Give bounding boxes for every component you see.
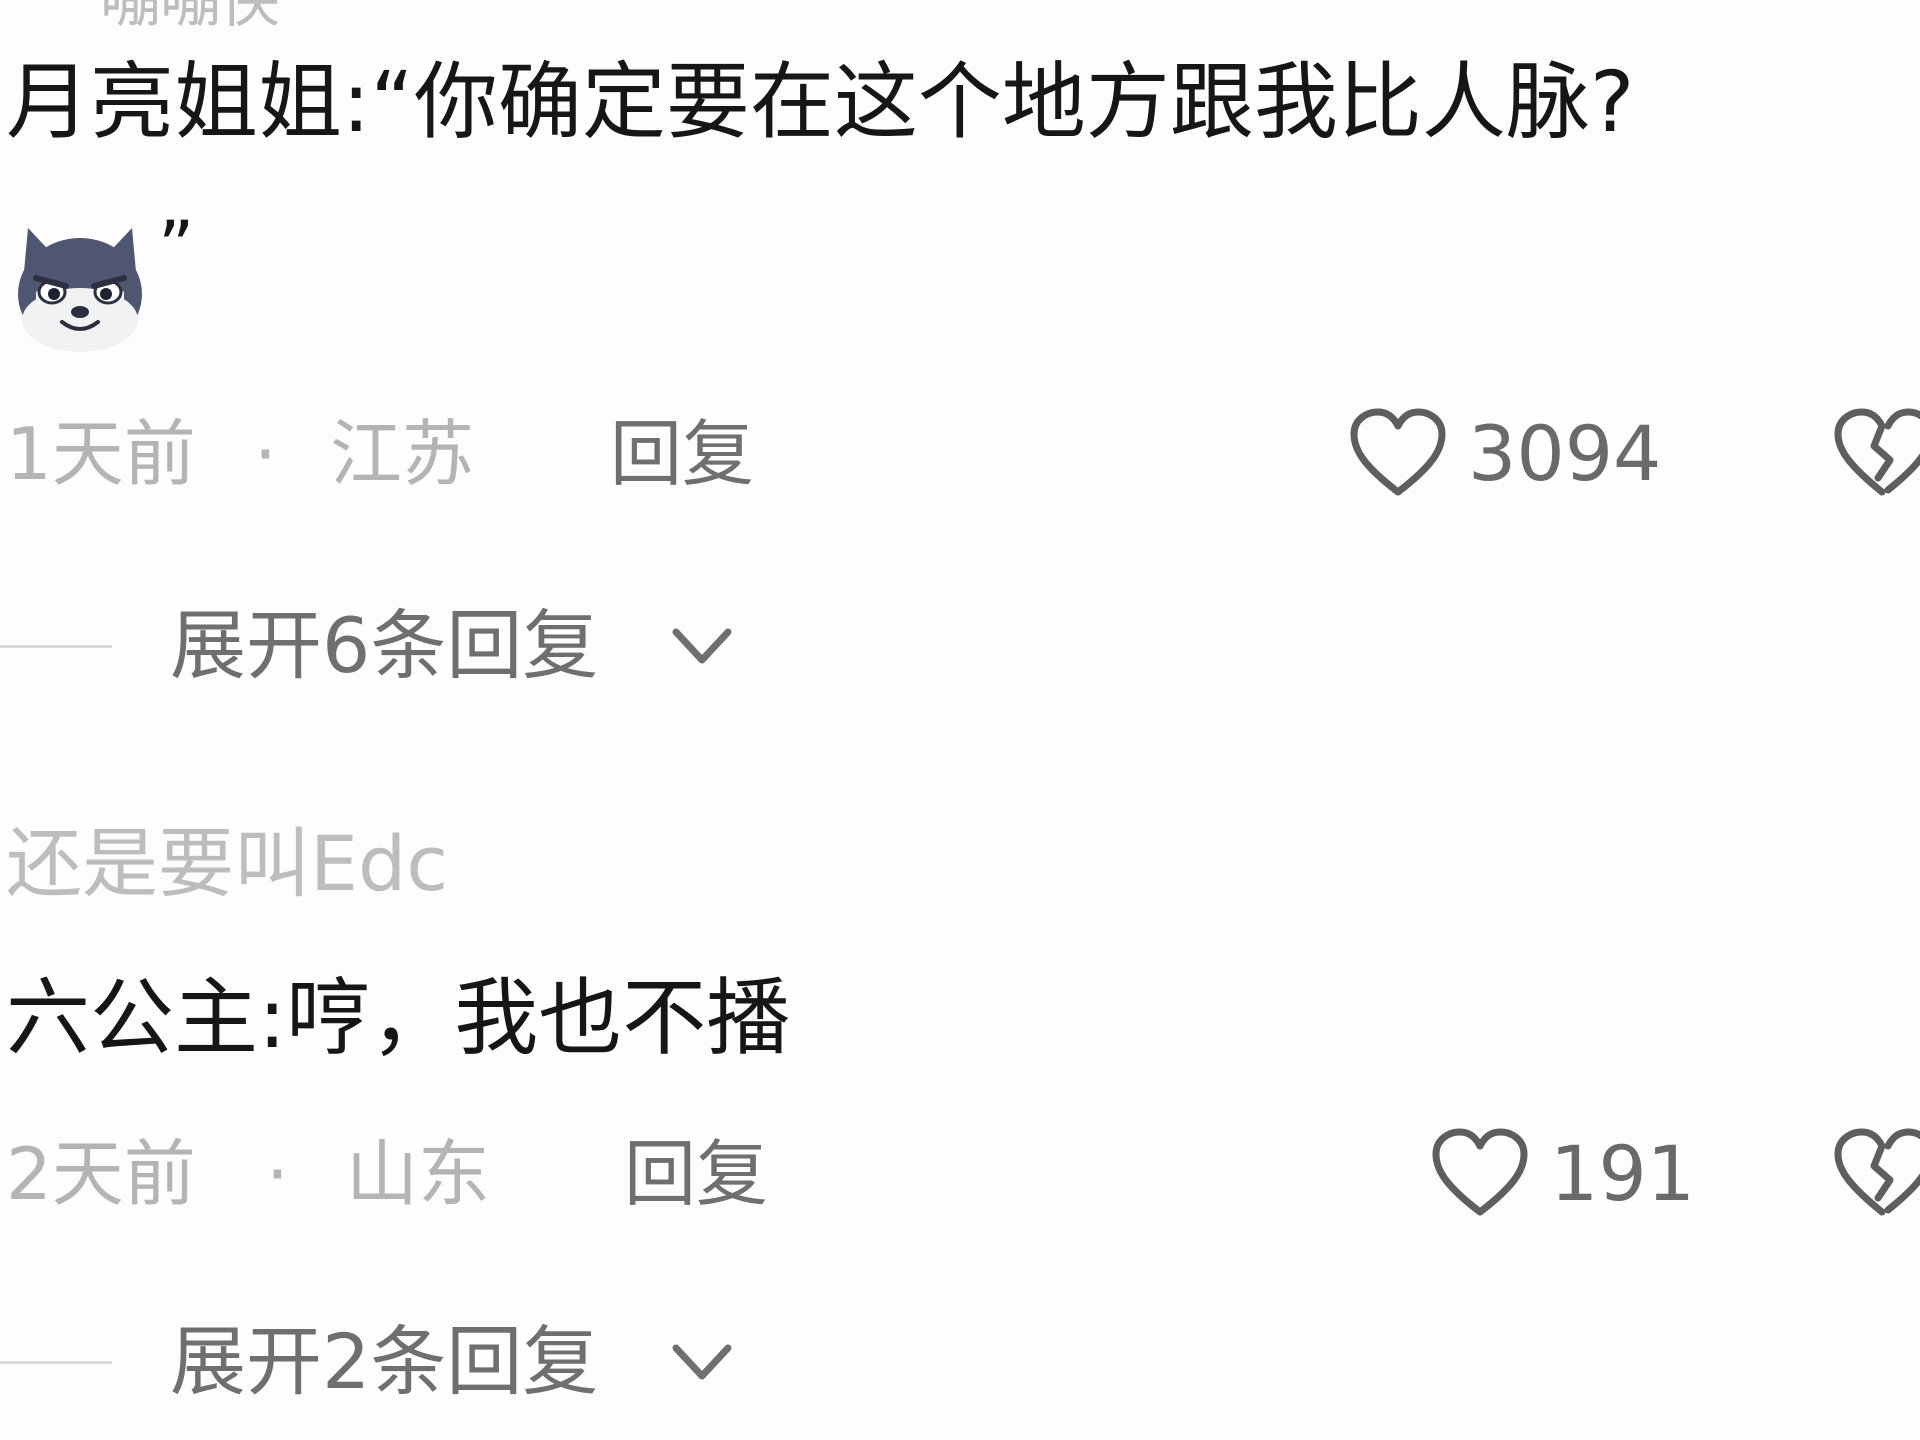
- comment-1-meta: 1天前 · 江苏 回复 3094: [0, 404, 1920, 504]
- chevron-down-icon: [672, 628, 732, 664]
- comment-list: 嘣嘣侠 月亮姐姐:“你确定要在这个地方跟我比人脉? ” 1天前 · 江苏 回复 …: [0, 0, 1920, 1440]
- comment-2-reply-button[interactable]: 回复: [624, 1124, 768, 1224]
- comment-1-separator: ·: [254, 412, 277, 496]
- comment-2-expand-replies[interactable]: 展开2条回复: [0, 1312, 900, 1412]
- comment-1-reply-button[interactable]: 回复: [610, 404, 754, 504]
- comment-1-text: 月亮姐姐:“你确定要在这个地方跟我比人脉?: [6, 53, 1635, 151]
- comment-2-location: 山东: [346, 1132, 491, 1216]
- comment-1-expand-label: 展开6条回复: [170, 601, 599, 690]
- broken-heart-icon[interactable]: [1832, 1124, 1920, 1224]
- dog-emoji: [18, 228, 142, 352]
- comment-1-location: 江苏: [330, 412, 475, 496]
- comment-1-time: 1天前: [6, 412, 196, 496]
- comment-1-like-count: 3094: [1468, 409, 1662, 498]
- comment-2-separator: ·: [266, 1132, 289, 1216]
- comment-2-like-button[interactable]: 191: [1428, 1124, 1695, 1224]
- close-quote: ”: [158, 206, 195, 288]
- broken-heart-icon[interactable]: [1832, 404, 1920, 504]
- comment-2-time: 2天前: [6, 1132, 196, 1216]
- comment-2-text: 六公主:哼，我也不播: [6, 969, 791, 1067]
- comment-1-like-button[interactable]: 3094: [1346, 404, 1661, 504]
- heart-outline-icon: [1350, 408, 1446, 496]
- comment-2-meta: 2天前 · 山东 回复 191: [0, 1124, 1920, 1224]
- comment-2-like-count: 191: [1550, 1129, 1696, 1218]
- heart-outline-icon: [1432, 1128, 1528, 1216]
- chevron-down-icon: [672, 1344, 732, 1380]
- expand-divider-line: [0, 645, 112, 648]
- comment-2-expand-label: 展开2条回复: [170, 1317, 599, 1406]
- expand-divider-line: [0, 1361, 112, 1364]
- comment-2-username[interactable]: 还是要叫Edc: [6, 826, 448, 902]
- previous-username-cut[interactable]: 嘣嘣侠: [100, 0, 280, 39]
- comment-1-expand-replies[interactable]: 展开6条回复: [0, 596, 900, 696]
- comment-1-emoji-line: ”: [6, 208, 194, 356]
